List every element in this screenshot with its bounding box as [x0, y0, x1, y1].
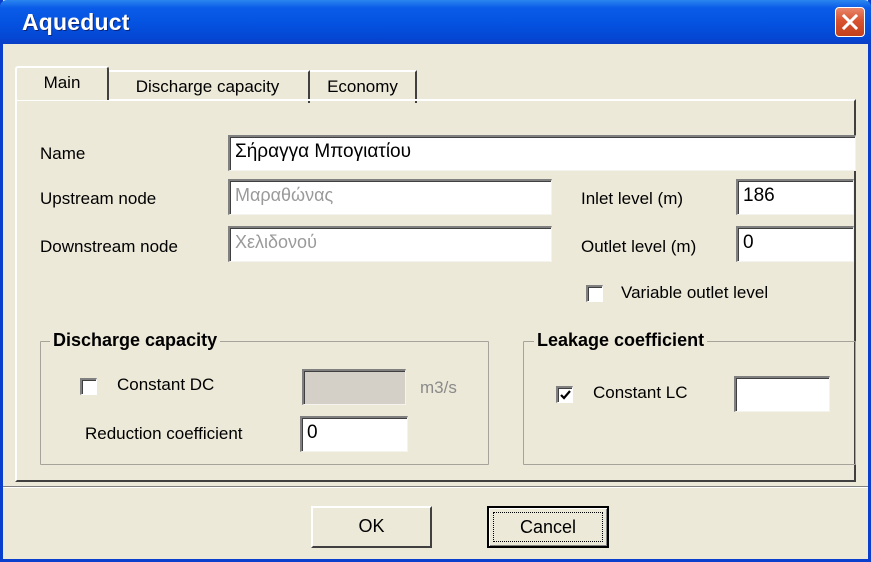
- inlet-level-input[interactable]: 186: [736, 179, 854, 215]
- aqueduct-dialog: Aqueduct Main Discharge capacity Economy…: [0, 0, 871, 562]
- constant-lc-input[interactable]: [734, 376, 830, 412]
- close-button[interactable]: [835, 7, 865, 37]
- button-area-separator: [3, 486, 868, 488]
- dc-unit-label: m3/s: [420, 378, 457, 397]
- variable-outlet-label: Variable outlet level: [621, 283, 769, 302]
- constant-lc-checkbox[interactable]: [556, 386, 573, 403]
- constant-dc-input[interactable]: [302, 369, 406, 405]
- name-input[interactable]: Σήραγγα Μπογιατίου: [228, 135, 856, 171]
- window-title: Aqueduct: [22, 9, 130, 35]
- tab-main[interactable]: Main: [15, 66, 109, 100]
- constant-dc-label: Constant DC: [117, 375, 215, 394]
- upstream-node-label: Upstream node: [40, 189, 157, 208]
- variable-outlet-checkbox[interactable]: [586, 285, 603, 302]
- discharge-capacity-group: [40, 341, 489, 465]
- name-label: Name: [40, 144, 86, 163]
- constant-dc-checkbox[interactable]: [80, 378, 97, 395]
- downstream-node-field[interactable]: Χελιδονού: [228, 226, 552, 262]
- upstream-node-field[interactable]: Μαραθώνας: [228, 179, 552, 215]
- close-x-icon: [842, 14, 858, 30]
- leakage-coefficient-group-title: Leakage coefficient: [534, 330, 708, 351]
- cancel-button-label: Cancel: [519, 517, 577, 537]
- inlet-level-label: Inlet level (m): [581, 189, 684, 208]
- constant-lc-label: Constant LC: [593, 383, 688, 402]
- discharge-capacity-group-title: Discharge capacity: [50, 330, 221, 351]
- downstream-node-label: Downstream node: [40, 237, 178, 256]
- title-bar[interactable]: Aqueduct: [0, 0, 871, 44]
- outlet-level-input[interactable]: 0: [736, 226, 854, 262]
- checkmark-icon: [560, 390, 571, 400]
- focus-rectangle: Cancel: [493, 512, 603, 542]
- reduction-coefficient-label: Reduction coefficient: [85, 424, 243, 443]
- reduction-coefficient-input[interactable]: 0: [300, 416, 408, 452]
- cancel-button[interactable]: Cancel: [487, 506, 609, 548]
- ok-button-label: OK: [358, 516, 385, 536]
- outlet-level-label: Outlet level (m): [581, 237, 697, 256]
- ok-button[interactable]: OK: [311, 506, 432, 548]
